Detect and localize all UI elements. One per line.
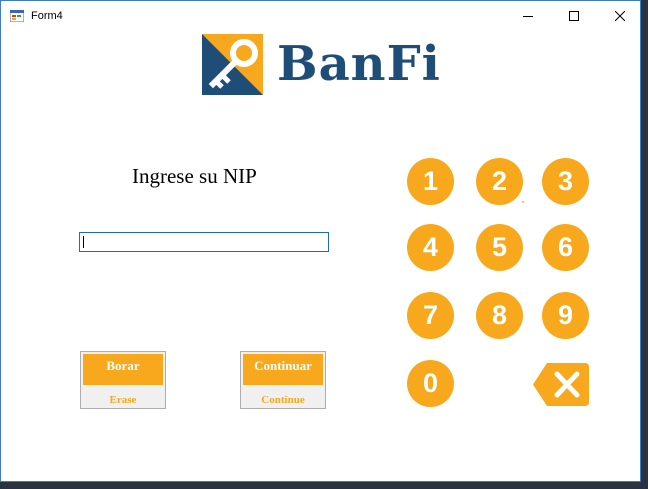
key-9[interactable]: 9: [542, 292, 589, 339]
title-bar: Form4: [1, 1, 640, 31]
maximize-icon: [569, 11, 579, 21]
key-7[interactable]: 7: [407, 292, 454, 339]
minimize-button[interactable]: [505, 1, 551, 31]
window-title: Form4: [31, 10, 63, 22]
text-caret: [83, 236, 84, 248]
app-form-icon: [10, 10, 24, 22]
stray-dot: [522, 201, 524, 203]
key-6[interactable]: 6: [542, 224, 589, 271]
brand-name: BanFi: [277, 36, 441, 92]
form-window: Form4 BanFi Ingrese su NIP Borar Erase C…: [0, 0, 641, 482]
erase-button-label: Borar: [83, 354, 163, 385]
key-1[interactable]: 1: [407, 158, 454, 205]
key-4[interactable]: 4: [407, 224, 454, 271]
close-button[interactable]: [597, 1, 643, 31]
continue-button[interactable]: Continuar Continue: [240, 351, 326, 409]
continue-button-label: Continuar: [243, 354, 323, 385]
pin-input[interactable]: [79, 232, 329, 252]
key-5[interactable]: 5: [476, 224, 523, 271]
key-2[interactable]: 2: [476, 158, 523, 205]
backspace-icon[interactable]: [533, 363, 589, 406]
key-8[interactable]: 8: [476, 292, 523, 339]
pin-prompt: Ingrese su NIP: [132, 164, 257, 188]
erase-button-sublabel: Erase: [109, 394, 137, 406]
erase-button[interactable]: Borar Erase: [80, 351, 166, 409]
continue-button-sublabel: Continue: [261, 394, 305, 406]
key-logo-icon: [202, 34, 263, 95]
close-icon: [615, 11, 625, 21]
maximize-button[interactable]: [551, 1, 597, 31]
key-0[interactable]: 0: [407, 360, 454, 407]
minimize-icon: [523, 16, 533, 17]
key-3[interactable]: 3: [542, 158, 589, 205]
